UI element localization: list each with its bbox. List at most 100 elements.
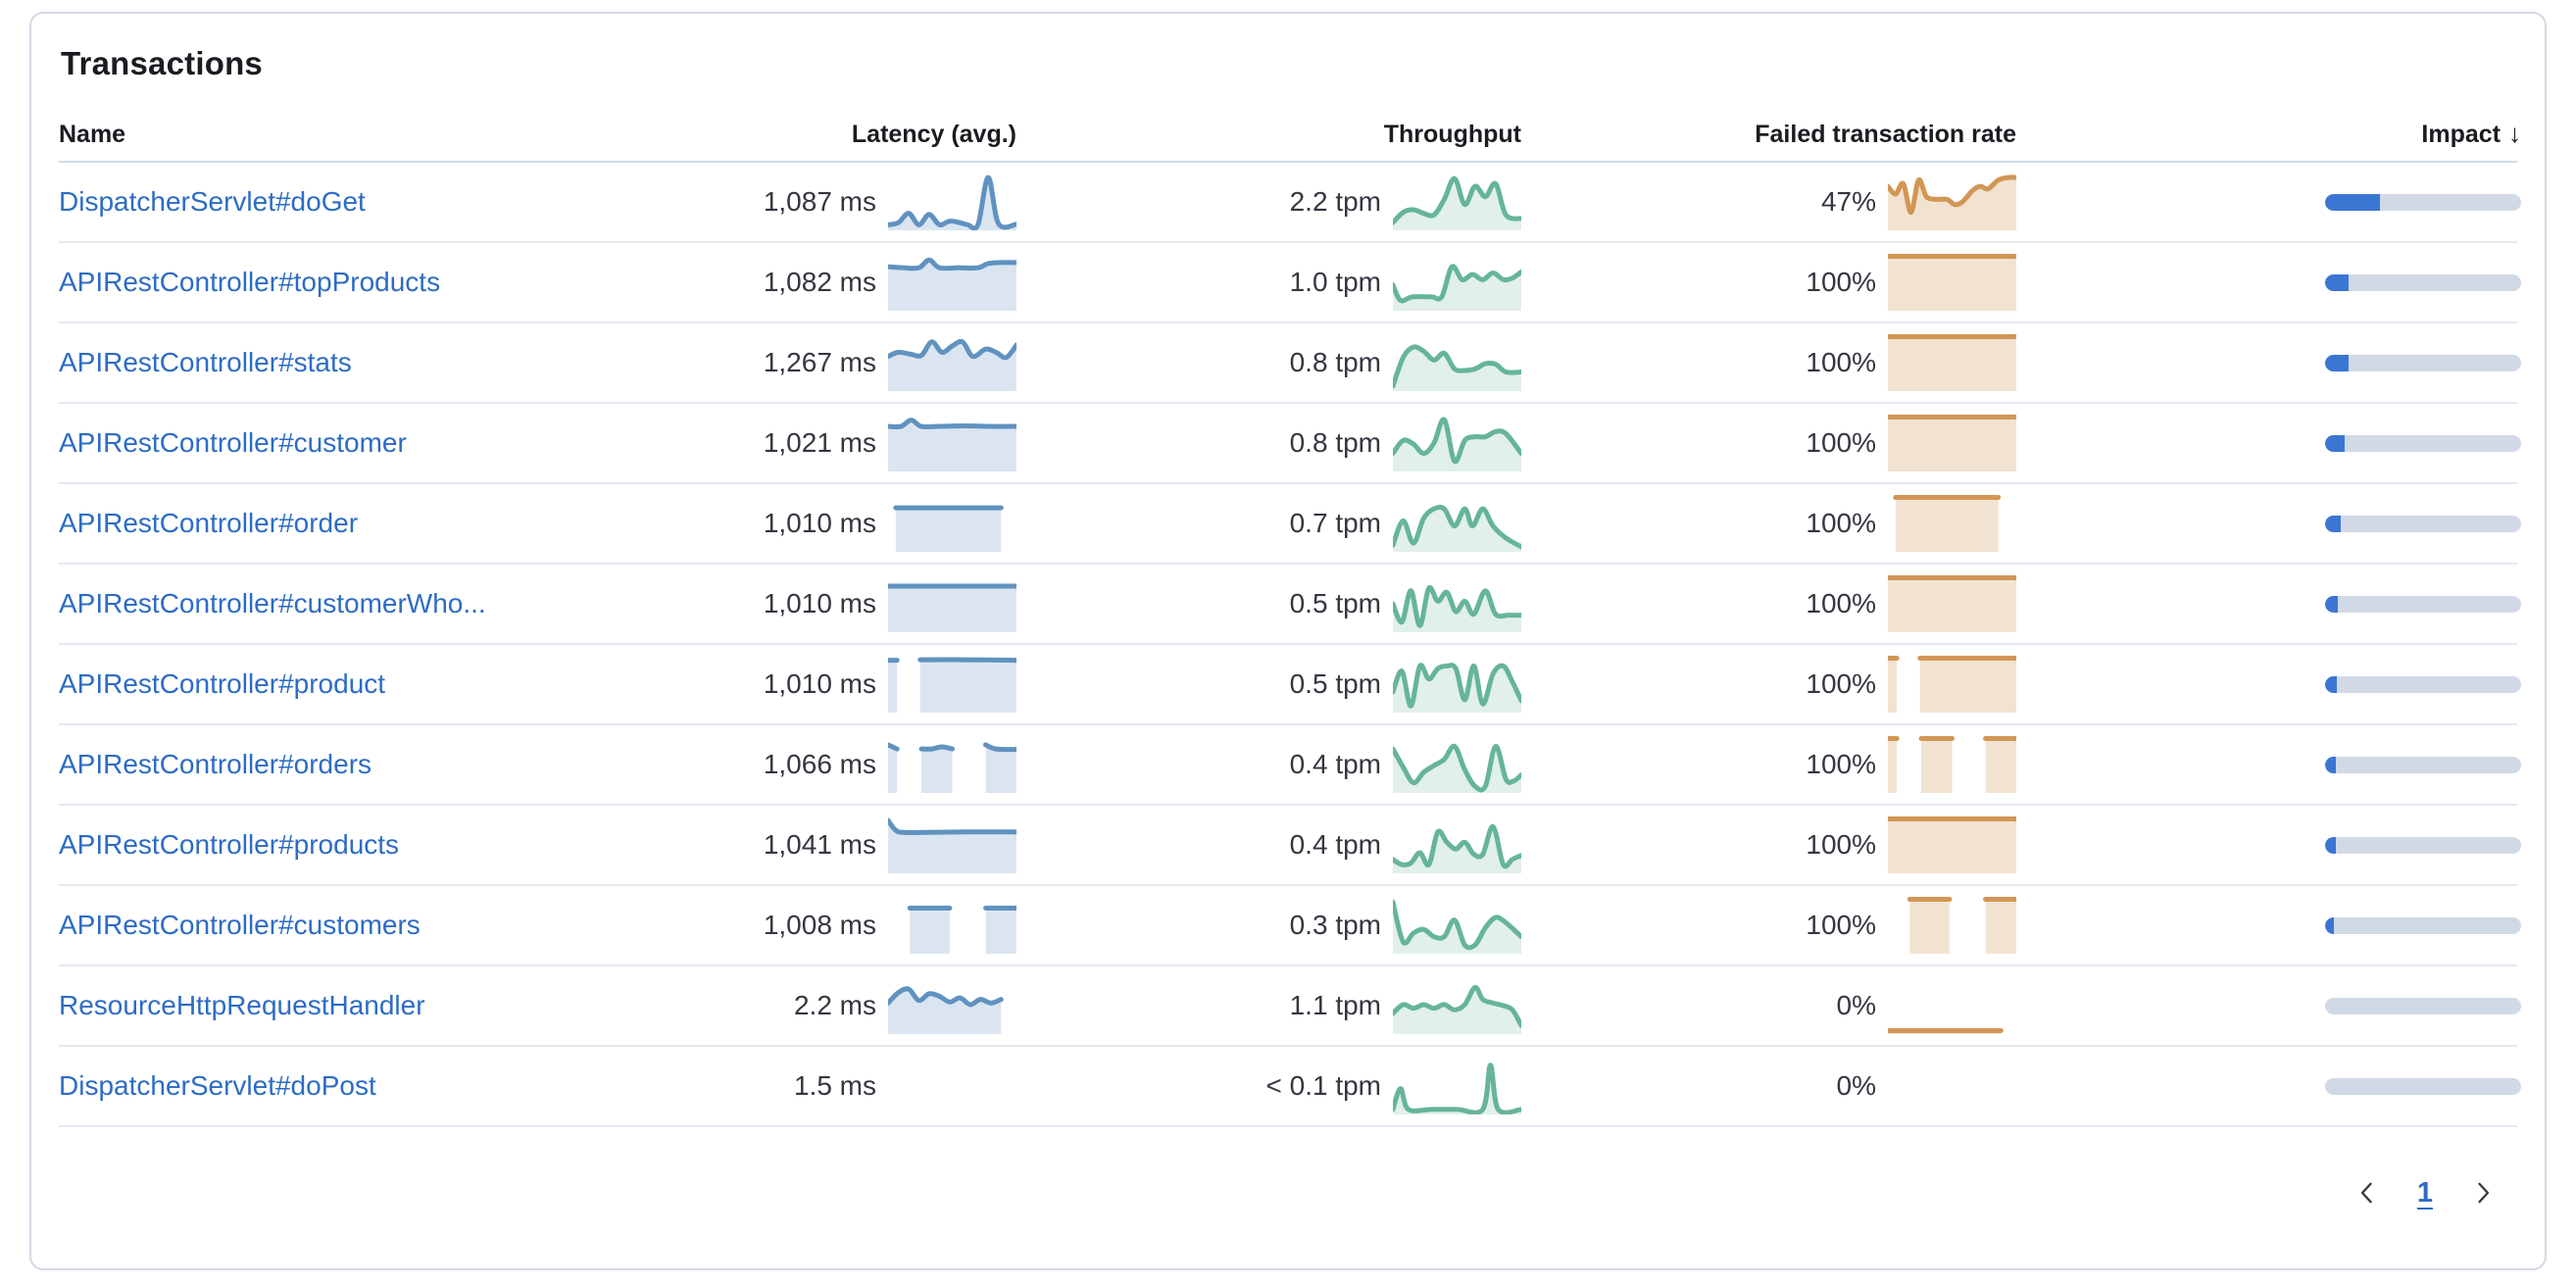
failed-rate-sparkline [1888,897,2016,954]
impact-cell [2016,516,2521,532]
name-cell: APIRestController#orders [59,749,693,780]
failed-rate-sparkline [1888,173,2016,230]
latency-value: 1,087 ms [764,186,876,218]
table-row: APIRestController#customers 1,008 ms 0.3… [59,886,2517,966]
column-header-impact[interactable]: Impact↓ [2016,119,2521,149]
latency-cell: 1,010 ms [693,656,1016,713]
throughput-cell: 0.5 tpm [1016,656,1521,713]
name-cell: APIRestController#product [59,668,693,700]
page-number-1[interactable]: 1 [2417,1177,2433,1210]
transaction-name-link[interactable]: DispatcherServlet#doPost [59,1070,376,1101]
impact-cell [2016,917,2521,934]
impact-bar-fill [2325,596,2338,613]
failed-rate-sparkline [1888,1058,2016,1114]
throughput-cell: 0.4 tpm [1016,736,1521,793]
failed-rate-sparkline [1888,334,2016,391]
failed-rate-sparkline [1888,656,2016,713]
throughput-sparkline [1393,254,1521,311]
impact-cell [2016,837,2521,854]
previous-page-button[interactable] [2347,1172,2388,1213]
throughput-cell: 0.7 tpm [1016,495,1521,552]
transaction-name-link[interactable]: APIRestController#order [59,508,358,538]
impact-bar-fill [2325,676,2337,693]
failed-rate-value: 0% [1837,1070,1876,1102]
column-header-throughput[interactable]: Throughput [1016,121,1521,149]
transaction-name-link[interactable]: APIRestController#product [59,668,385,699]
latency-sparkline [888,897,1016,954]
throughput-value: 0.5 tpm [1290,588,1381,619]
name-cell: APIRestController#stats [59,347,693,378]
failed-rate-value: 100% [1806,588,1876,619]
latency-value: 1,021 ms [764,427,876,459]
impact-bar-track [2325,435,2521,452]
transaction-name-link[interactable]: ResourceHttpRequestHandler [59,990,425,1020]
failed-rate-sparkline [1888,977,2016,1034]
throughput-sparkline [1393,495,1521,552]
transaction-name-link[interactable]: APIRestController#topProducts [59,267,440,297]
name-cell: APIRestController#order [59,508,693,539]
throughput-sparkline [1393,977,1521,1034]
throughput-value: 0.4 tpm [1290,829,1381,861]
throughput-sparkline [1393,897,1521,954]
latency-sparkline [888,415,1016,471]
impact-bar-track [2325,676,2521,693]
impact-cell [2016,1078,2521,1095]
impact-cell [2016,274,2521,291]
latency-cell: 1,066 ms [693,736,1016,793]
table-row: APIRestController#customerWho... 1,010 m… [59,565,2517,645]
impact-bar-fill [2325,837,2336,854]
impact-cell [2016,998,2521,1014]
throughput-sparkline [1393,415,1521,471]
transaction-name-link[interactable]: APIRestController#customer [59,427,407,458]
failed-rate-cell: 100% [1521,415,2016,471]
throughput-cell: 1.1 tpm [1016,977,1521,1034]
table-row: APIRestController#topProducts 1,082 ms 1… [59,243,2517,323]
transaction-name-link[interactable]: APIRestController#stats [59,347,352,377]
latency-sparkline [888,736,1016,793]
throughput-value: 2.2 tpm [1290,186,1381,218]
throughput-cell: 1.0 tpm [1016,254,1521,311]
throughput-value: 0.3 tpm [1290,910,1381,941]
failed-rate-cell: 100% [1521,816,2016,873]
impact-bar-fill [2325,917,2334,934]
throughput-value: 0.8 tpm [1290,347,1381,378]
transaction-name-link[interactable]: APIRestController#customerWho... [59,588,486,618]
latency-value: 1,066 ms [764,749,876,780]
failed-rate-cell: 100% [1521,736,2016,793]
table-row: APIRestController#order 1,010 ms 0.7 tpm… [59,484,2517,565]
latency-sparkline [888,254,1016,311]
column-header-failed-rate[interactable]: Failed transaction rate [1521,121,2016,149]
table-header-row: Name Latency (avg.) Throughput Failed tr… [59,116,2517,163]
column-header-latency[interactable]: Latency (avg.) [693,121,1016,149]
failed-rate-sparkline [1888,816,2016,873]
name-cell: APIRestController#products [59,829,693,861]
transaction-name-link[interactable]: APIRestController#products [59,829,399,860]
name-cell: DispatcherServlet#doGet [59,186,693,218]
latency-value: 2.2 ms [794,990,876,1021]
failed-rate-cell: 100% [1521,334,2016,391]
failed-rate-cell: 47% [1521,173,2016,230]
impact-cell [2016,435,2521,452]
table-body: DispatcherServlet#doGet 1,087 ms 2.2 tpm… [59,163,2517,1127]
impact-bar-track [2325,998,2521,1014]
transaction-name-link[interactable]: APIRestController#orders [59,749,372,779]
failed-rate-cell: 100% [1521,254,2016,311]
transaction-name-link[interactable]: APIRestController#customers [59,910,421,940]
failed-rate-value: 0% [1837,990,1876,1021]
name-cell: APIRestController#customer [59,427,693,459]
throughput-cell: < 0.1 tpm [1016,1058,1521,1114]
next-page-button[interactable] [2462,1172,2503,1213]
transaction-name-link[interactable]: DispatcherServlet#doGet [59,186,366,217]
failed-rate-cell: 100% [1521,495,2016,552]
panel-title: Transactions [61,45,2517,82]
failed-rate-cell: 100% [1521,575,2016,632]
impact-bar-fill [2325,757,2336,773]
failed-rate-cell: 100% [1521,656,2016,713]
latency-sparkline [888,173,1016,230]
pagination: 1 [59,1172,2517,1213]
failed-rate-value: 100% [1806,508,1876,539]
failed-rate-cell: 0% [1521,977,2016,1034]
latency-sparkline [888,977,1016,1034]
latency-sparkline [888,334,1016,391]
latency-value: 1,010 ms [764,508,876,539]
